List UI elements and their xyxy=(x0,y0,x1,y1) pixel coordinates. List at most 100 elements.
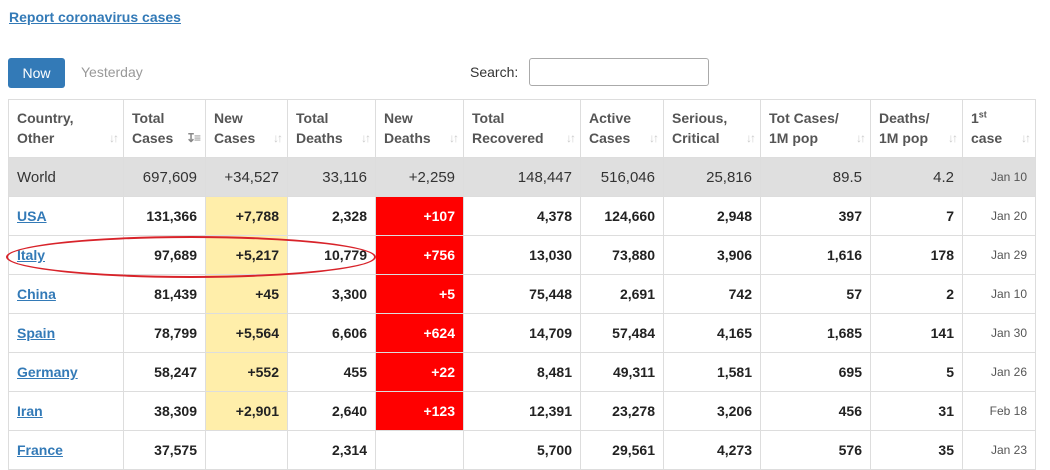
country-link[interactable]: Germany xyxy=(17,364,78,380)
country-row-spain: Spain 78,799 +5,564 6,606 +624 14,709 57,484 4,… xyxy=(8,313,1036,353)
cell-country: Italy xyxy=(8,235,124,275)
cell-serious: 3,906 xyxy=(663,235,761,275)
country-row-usa: USA 131,366 +7,788 2,328 +107 4,378 124,660 2,9… xyxy=(8,196,1036,236)
cell-total-deaths: 33,116 xyxy=(287,157,376,197)
sort-desc-icon[interactable]: ↧≡ xyxy=(186,128,201,148)
cell-active-cases: 2,691 xyxy=(580,274,664,314)
cell-cases-per-1m: 57 xyxy=(760,274,871,314)
cell-deaths-per-1m: 5 xyxy=(870,352,963,392)
cell-total-deaths: 455 xyxy=(287,352,376,392)
cell-cases-per-1m: 695 xyxy=(760,352,871,392)
cell-country: China xyxy=(8,274,124,314)
country-link[interactable]: France xyxy=(17,442,63,458)
cell-cases-per-1m: 1,616 xyxy=(760,235,871,275)
cell-active-cases: 29,561 xyxy=(580,430,664,470)
cell-total-cases: 37,575 xyxy=(123,430,206,470)
cell-country: Germany xyxy=(8,352,124,392)
cell-deaths-per-1m: 7 xyxy=(870,196,963,236)
cell-total-cases: 131,366 xyxy=(123,196,206,236)
column-header-line1: Total xyxy=(132,110,165,126)
sort-arrows-icon[interactable]: ↓↑ xyxy=(746,128,756,148)
cell-new-deaths: +5 xyxy=(375,274,464,314)
country-link[interactable]: China xyxy=(17,286,56,302)
cell-serious: 3,206 xyxy=(663,391,761,431)
cell-first-case: Jan 30 xyxy=(962,313,1036,353)
cell-new-cases: +5,217 xyxy=(205,235,288,275)
column-header-line1: Total xyxy=(296,110,329,126)
coronavirus-table: Country, Other ↓↑ Total Cases ↧≡ New Cases ↓↑ Tot… xyxy=(8,99,1036,470)
cell-new-deaths: +123 xyxy=(375,391,464,431)
sort-arrows-icon[interactable]: ↓↑ xyxy=(856,128,866,148)
cell-active-cases: 124,660 xyxy=(580,196,664,236)
cell-country: France xyxy=(8,430,124,470)
column-header-line2: Cases xyxy=(214,130,256,146)
sort-arrows-icon[interactable]: ↓↑ xyxy=(449,128,459,148)
cell-new-cases xyxy=(205,430,288,470)
cell-new-cases: +2,901 xyxy=(205,391,288,431)
cell-serious: 25,816 xyxy=(663,157,761,197)
cell-serious: 4,273 xyxy=(663,430,761,470)
cell-country: World xyxy=(8,157,124,197)
cell-cases-per-1m: 456 xyxy=(760,391,871,431)
column-header-line1: New xyxy=(214,110,243,126)
column-header-total-cases[interactable]: Total Cases ↧≡ xyxy=(123,99,206,158)
cell-total-cases: 81,439 xyxy=(123,274,206,314)
column-header-line2: 1M pop xyxy=(879,130,928,146)
column-header-line1: Serious, xyxy=(672,110,728,126)
cell-total-deaths: 10,779 xyxy=(287,235,376,275)
country-row-france: France 37,575 2,314 5,700 29,561 4,273 576 35 Ja… xyxy=(8,430,1036,470)
country-link[interactable]: Italy xyxy=(17,247,45,263)
column-header-active-cases[interactable]: Active Cases ↓↑ xyxy=(580,99,664,158)
column-header-line2: Deaths xyxy=(384,130,431,146)
search-input[interactable] xyxy=(529,58,709,86)
column-header-line2: Recovered xyxy=(472,130,544,146)
cell-deaths-per-1m: 141 xyxy=(870,313,963,353)
country-row-germany: Germany 58,247 +552 455 +22 8,481 49,311 1,581 6… xyxy=(8,352,1036,392)
sort-arrows-icon[interactable]: ↓↑ xyxy=(361,128,371,148)
cell-total-deaths: 2,640 xyxy=(287,391,376,431)
yesterday-tab-button[interactable]: Yesterday xyxy=(81,64,143,80)
sort-arrows-icon[interactable]: ↓↑ xyxy=(273,128,283,148)
column-header-total-deaths[interactable]: Total Deaths ↓↑ xyxy=(287,99,376,158)
cell-serious: 742 xyxy=(663,274,761,314)
cell-deaths-per-1m: 4.2 xyxy=(870,157,963,197)
cell-total-cases: 97,689 xyxy=(123,235,206,275)
country-link[interactable]: USA xyxy=(17,208,47,224)
search-label: Search: xyxy=(470,64,519,80)
cell-deaths-per-1m: 31 xyxy=(870,391,963,431)
sort-arrows-icon[interactable]: ↓↑ xyxy=(109,128,119,148)
column-header-sup: st xyxy=(978,109,987,120)
cell-active-cases: 57,484 xyxy=(580,313,664,353)
sort-arrows-icon[interactable]: ↓↑ xyxy=(948,128,958,148)
sort-arrows-icon[interactable]: ↓↑ xyxy=(566,128,576,148)
cell-total-recovered: 5,700 xyxy=(463,430,581,470)
sort-arrows-icon[interactable]: ↓↑ xyxy=(649,128,659,148)
cell-new-deaths: +2,259 xyxy=(375,157,464,197)
cell-total-recovered: 14,709 xyxy=(463,313,581,353)
column-header-new-deaths[interactable]: New Deaths ↓↑ xyxy=(375,99,464,158)
column-header-first-case[interactable]: 1st case ↓↑ xyxy=(962,99,1036,158)
now-tab-button[interactable]: Now xyxy=(8,58,65,88)
country-link[interactable]: Iran xyxy=(17,403,43,419)
cell-total-deaths: 2,328 xyxy=(287,196,376,236)
report-cases-link[interactable]: Report coronavirus cases xyxy=(9,9,181,25)
cell-country: Iran xyxy=(8,391,124,431)
cell-first-case: Jan 23 xyxy=(962,430,1036,470)
cell-first-case: Jan 10 xyxy=(962,157,1036,197)
column-header-line1: Total xyxy=(472,110,505,126)
cell-new-deaths: +107 xyxy=(375,196,464,236)
sort-arrows-icon[interactable]: ↓↑ xyxy=(1021,128,1031,148)
column-header-total-recovered[interactable]: Total Recovered ↓↑ xyxy=(463,99,581,158)
column-header-new-cases[interactable]: New Cases ↓↑ xyxy=(205,99,288,158)
cell-new-cases: +7,788 xyxy=(205,196,288,236)
column-header-line2: Cases xyxy=(132,130,174,146)
cell-total-deaths: 6,606 xyxy=(287,313,376,353)
column-header-serious[interactable]: Serious, Critical ↓↑ xyxy=(663,99,761,158)
column-header-deaths-per-1m[interactable]: Deaths/1M pop ↓↑ xyxy=(870,99,963,158)
country-link[interactable]: Spain xyxy=(17,325,55,341)
cell-total-recovered: 13,030 xyxy=(463,235,581,275)
column-header-cases-per-1m[interactable]: Tot Cases/1M pop ↓↑ xyxy=(760,99,871,158)
column-header-country[interactable]: Country, Other ↓↑ xyxy=(8,99,124,158)
cell-active-cases: 73,880 xyxy=(580,235,664,275)
cell-cases-per-1m: 89.5 xyxy=(760,157,871,197)
